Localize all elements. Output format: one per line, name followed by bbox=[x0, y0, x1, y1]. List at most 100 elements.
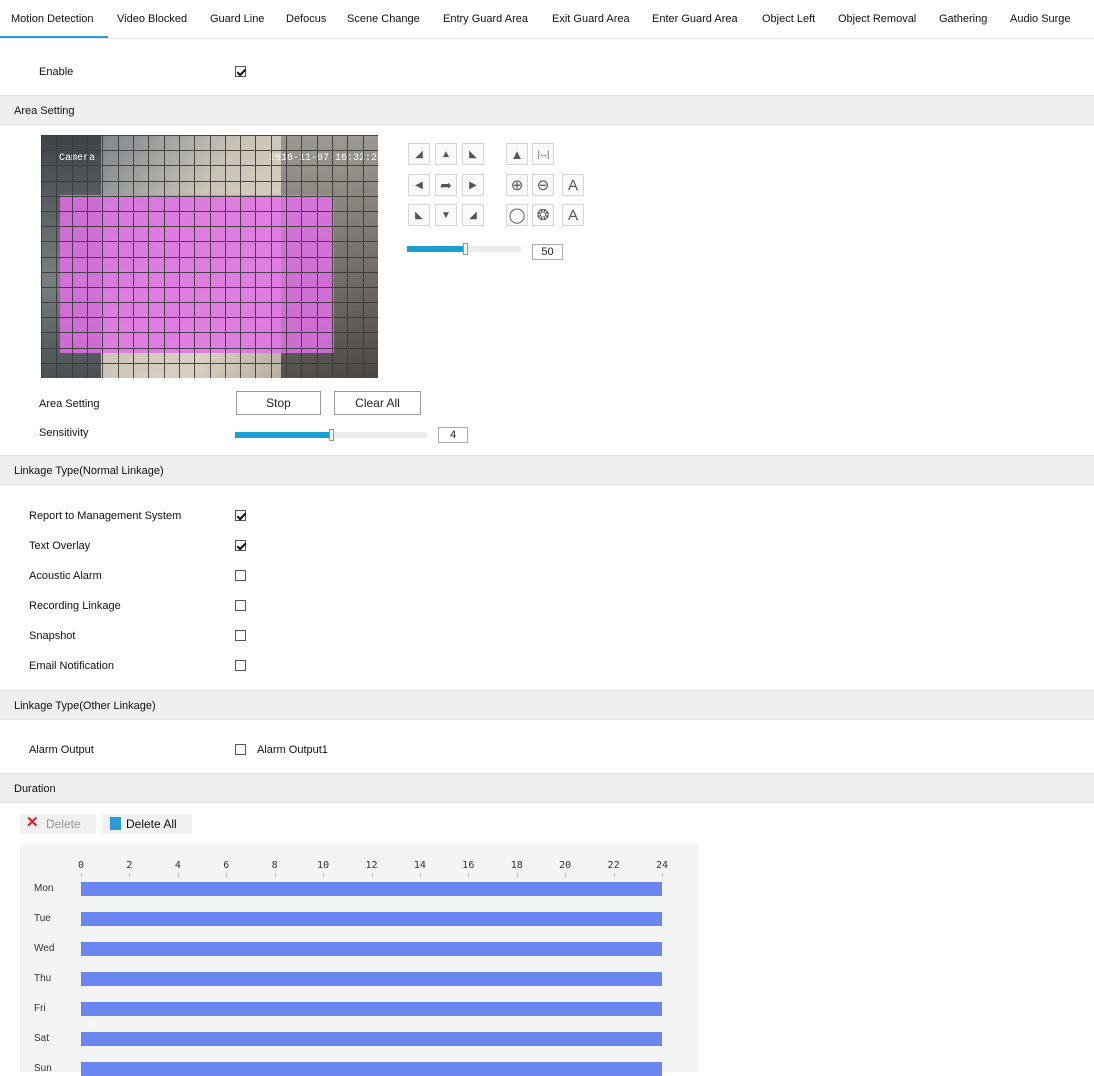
ptz-left-button[interactable]: ◀ bbox=[408, 174, 430, 196]
clear-all-button[interactable]: Clear All bbox=[334, 391, 421, 415]
active-tab-indicator bbox=[0, 36, 108, 38]
weekly-schedule-grid[interactable]: 0 2 4 6 8 10 12 14 16 18 20 22 24 Mon Tue Wed Thu Fri Sat S… bbox=[20, 844, 698, 1076]
day-label: Sun bbox=[34, 1063, 52, 1074]
tab-audio-surge[interactable]: Audio Surge bbox=[1010, 13, 1071, 25]
text-overlay-checkbox[interactable] bbox=[235, 540, 246, 551]
email-notification-checkbox[interactable] bbox=[235, 660, 246, 671]
enable-label: Enable bbox=[39, 66, 74, 78]
delete-all-label: Delete All bbox=[126, 817, 177, 831]
report-to-management-label: Report to Management System bbox=[29, 510, 182, 522]
schedule-bar[interactable] bbox=[81, 942, 662, 956]
hour-label: 14 bbox=[413, 860, 426, 871]
ptz-rotate-button[interactable]: ➦ bbox=[435, 174, 457, 196]
hour-tick bbox=[323, 873, 325, 877]
hour-tick bbox=[129, 873, 131, 877]
event-tab-bar: Motion Detection Video Blocked Guard Lin… bbox=[0, 0, 1094, 39]
ptz-up-right-button[interactable]: ◣ bbox=[462, 143, 484, 165]
recording-linkage-checkbox[interactable] bbox=[235, 600, 246, 611]
day-label: Sat bbox=[34, 1033, 50, 1044]
hour-label: 10 bbox=[317, 860, 330, 871]
ptz-down-button[interactable]: ▼ bbox=[435, 204, 457, 226]
schedule-bar[interactable] bbox=[81, 1062, 662, 1076]
tab-scene-change[interactable]: Scene Change bbox=[347, 13, 420, 25]
section-title: Linkage Type(Normal Linkage) bbox=[14, 465, 164, 477]
section-title: Area Setting bbox=[14, 105, 75, 117]
ptz-speed-value[interactable]: 50 bbox=[532, 244, 563, 260]
report-to-management-checkbox[interactable] bbox=[235, 510, 246, 521]
delete-icon: ✕ bbox=[26, 814, 39, 831]
hour-label: 2 bbox=[126, 860, 133, 871]
hour-tick bbox=[274, 873, 276, 877]
sensitivity-value[interactable]: 4 bbox=[438, 427, 468, 443]
ptz-down-right-button[interactable]: ◢ bbox=[462, 204, 484, 226]
focus-adjust-icon-button[interactable]: |↔| bbox=[532, 143, 554, 165]
hour-tick bbox=[516, 873, 518, 877]
delete-button[interactable]: ✕ Delete bbox=[20, 814, 96, 834]
stop-button[interactable]: Stop bbox=[236, 391, 321, 415]
alarm-output-label: Alarm Output bbox=[29, 744, 94, 756]
hour-label: 4 bbox=[174, 860, 181, 871]
alarm-output1-checkbox[interactable] bbox=[235, 744, 246, 755]
hour-label: 20 bbox=[559, 860, 572, 871]
auto-focus-icon-button[interactable]: A bbox=[562, 174, 584, 196]
sensitivity-thumb[interactable] bbox=[329, 429, 334, 441]
ptz-speed-fill bbox=[407, 246, 465, 252]
tab-enter-guard-area[interactable]: Enter Guard Area bbox=[652, 13, 738, 25]
day-label: Fri bbox=[34, 1003, 46, 1014]
acoustic-alarm-checkbox[interactable] bbox=[235, 570, 246, 581]
duration-section-header: Duration bbox=[0, 773, 1094, 803]
hour-label: 24 bbox=[655, 860, 669, 871]
trash-icon bbox=[110, 817, 121, 830]
motion-area-mask bbox=[60, 195, 334, 353]
tab-gathering[interactable]: Gathering bbox=[939, 13, 987, 25]
tab-object-removal[interactable]: Object Removal bbox=[838, 13, 916, 25]
hour-tick bbox=[565, 873, 567, 877]
zoom-out-icon-button[interactable]: ⊖ bbox=[532, 174, 554, 196]
sensitivity-label: Sensitivity bbox=[39, 427, 89, 439]
hour-tick bbox=[468, 873, 470, 877]
zoom-in-icon-button[interactable]: ⊕ bbox=[506, 174, 528, 196]
tab-object-left[interactable]: Object Left bbox=[762, 13, 815, 25]
ptz-speed-thumb[interactable] bbox=[463, 243, 468, 255]
delete-all-button[interactable]: Delete All bbox=[102, 814, 192, 834]
sensitivity-slider[interactable] bbox=[235, 429, 427, 441]
alarm-output1-label: Alarm Output1 bbox=[257, 744, 328, 756]
schedule-bar[interactable] bbox=[81, 912, 662, 926]
hour-label: 18 bbox=[510, 860, 523, 871]
ptz-up-button[interactable]: ▲ bbox=[435, 143, 457, 165]
ptz-up-left-button[interactable]: ◢ bbox=[408, 143, 430, 165]
ptz-right-button[interactable]: ▶ bbox=[462, 174, 484, 196]
schedule-bar[interactable] bbox=[81, 1002, 662, 1016]
schedule-bar[interactable] bbox=[81, 882, 662, 896]
tab-entry-guard-area[interactable]: Entry Guard Area bbox=[443, 13, 528, 25]
ptz-down-left-button[interactable]: ◣ bbox=[408, 204, 430, 226]
email-notification-label: Email Notification bbox=[29, 660, 114, 672]
schedule-bar[interactable] bbox=[81, 1032, 662, 1046]
tab-exit-guard-area[interactable]: Exit Guard Area bbox=[552, 13, 630, 25]
acoustic-alarm-label: Acoustic Alarm bbox=[29, 570, 102, 582]
schedule-bar[interactable] bbox=[81, 972, 662, 986]
enable-checkbox[interactable] bbox=[235, 66, 246, 77]
hour-tick bbox=[177, 873, 179, 877]
hour-tick bbox=[371, 873, 373, 877]
day-label: Wed bbox=[34, 943, 55, 954]
iris-open-icon-button[interactable]: ◯ bbox=[506, 204, 528, 226]
tab-motion-detection[interactable]: Motion Detection bbox=[11, 13, 94, 25]
tab-video-blocked[interactable]: Video Blocked bbox=[117, 13, 187, 25]
hour-tick bbox=[226, 873, 228, 877]
ptz-speed-slider[interactable] bbox=[407, 243, 521, 255]
tab-defocus[interactable]: Defocus bbox=[286, 13, 326, 25]
delete-label: Delete bbox=[46, 817, 81, 831]
iris-close-icon-button[interactable]: ❂ bbox=[532, 204, 554, 226]
detection-grid[interactable] bbox=[41, 135, 378, 378]
hour-tick bbox=[662, 873, 663, 877]
snapshot-label: Snapshot bbox=[29, 630, 76, 642]
auto-iris-icon-button[interactable]: A bbox=[562, 204, 584, 226]
normal-linkage-section-header: Linkage Type(Normal Linkage) bbox=[0, 455, 1094, 485]
hour-tick bbox=[81, 873, 82, 877]
tab-guard-line[interactable]: Guard Line bbox=[210, 13, 264, 25]
video-preview[interactable]: Camera 2018-11-07 16:32:2 bbox=[41, 135, 378, 378]
hour-label: 12 bbox=[365, 860, 378, 871]
snapshot-checkbox[interactable] bbox=[235, 630, 246, 641]
tree-icon-button[interactable]: ▲ bbox=[506, 143, 528, 165]
